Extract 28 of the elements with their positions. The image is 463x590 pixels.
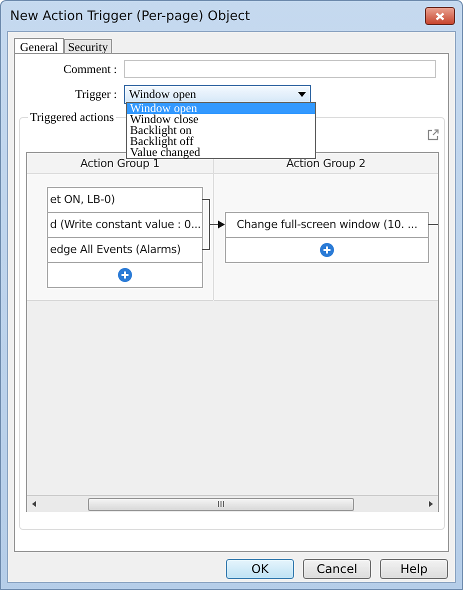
close-icon — [435, 12, 445, 20]
scroll-right-arrow[interactable] — [429, 501, 433, 507]
close-button[interactable] — [425, 7, 455, 25]
plus-icon — [118, 268, 132, 282]
dropdown-option[interactable]: Window close — [127, 114, 315, 125]
grip-icon — [217, 501, 225, 507]
trigger-dropdown[interactable]: Window open — [124, 84, 311, 104]
tab[interactable]: General — [14, 38, 64, 54]
dialog-button[interactable]: OK — [226, 559, 294, 579]
window-title: New Action Trigger (Per-page) Object — [9, 8, 250, 24]
plus-icon — [320, 243, 334, 257]
field-label: Trigger : — [74, 86, 118, 102]
comment-field[interactable] — [124, 60, 436, 78]
group-title: Triggered actions — [29, 110, 115, 125]
action-item[interactable]: et ON, LB-0) — [48, 188, 202, 213]
dropdown-option[interactable]: Backlight on — [127, 125, 315, 136]
scroll-left-arrow[interactable] — [32, 501, 36, 507]
dialog-button[interactable]: Cancel — [303, 559, 371, 579]
dialog-button[interactable]: Help — [380, 559, 448, 579]
action-item[interactable]: d (Write constant value : 0... — [48, 213, 202, 238]
horizontal-scrollbar[interactable] — [27, 495, 438, 512]
connector-arrow — [202, 199, 225, 250]
tab[interactable]: Security — [64, 39, 112, 53]
field-label: Comment : — [62, 62, 118, 76]
dropdown-option[interactable]: Backlight off — [127, 136, 315, 147]
caret-icon — [298, 92, 306, 96]
external-link-icon[interactable] — [427, 129, 439, 141]
connector-line — [428, 224, 438, 225]
